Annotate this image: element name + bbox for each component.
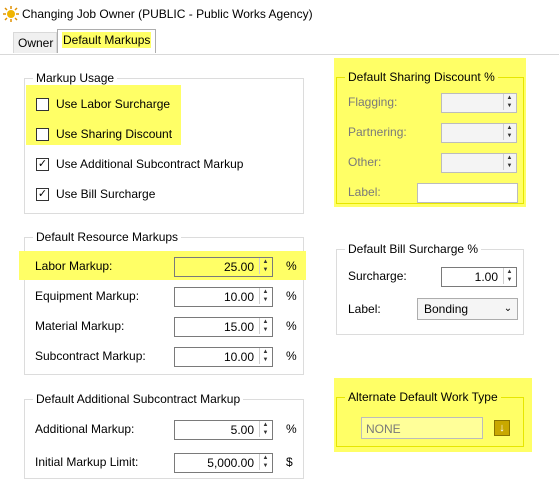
surcharge-label: Surcharge: <box>348 269 407 283</box>
partnering-label: Partnering: <box>348 125 407 139</box>
sharing-discount-group: Default Sharing Discount % Flagging: ▲ ▼ … <box>336 70 524 204</box>
additional-markup-label: Additional Markup: <box>35 422 135 436</box>
markup-usage-title: Markup Usage <box>33 71 118 85</box>
use-labor-surcharge-checkbox[interactable] <box>36 98 49 111</box>
use-bill-surcharge-checkbox[interactable]: ✓ <box>36 188 49 201</box>
chevron-down-icon[interactable]: ⌄ <box>501 301 515 317</box>
use-additional-subcontract-checkbox[interactable]: ✓ <box>36 158 49 171</box>
use-additional-subcontract-label: Use Additional Subcontract Markup <box>56 157 244 171</box>
flagging-label: Flagging: <box>348 95 398 109</box>
material-markup-unit: % <box>286 319 297 333</box>
bill-surcharge-group: Default Bill Surcharge % Surcharge: 1.00… <box>336 242 524 335</box>
use-bill-surcharge-label: Use Bill Surcharge <box>56 187 156 201</box>
labor-markup-unit: % <box>286 259 297 273</box>
use-sharing-discount-label: Use Sharing Discount <box>56 127 173 141</box>
tab-default-markups-label: Default Markups <box>62 32 152 48</box>
flagging-spinner[interactable]: ▲ ▼ <box>503 94 515 110</box>
tab-content-panel: Markup Usage Use Labor Surcharge Use Sha… <box>0 54 559 479</box>
sharing-label-label: Label: <box>348 185 381 199</box>
work-type-title: Alternate Default Work Type <box>345 390 501 404</box>
bill-label-select[interactable]: Bonding ⌄ <box>417 298 518 320</box>
title-bar: Changing Job Owner (PUBLIC - Public Work… <box>0 0 559 28</box>
sharing-discount-title: Default Sharing Discount % <box>345 70 498 84</box>
subcontract-markup-unit: % <box>286 349 297 363</box>
subcontract-markup-label: Subcontract Markup: <box>35 349 146 363</box>
labor-markup-spinner[interactable]: ▲ ▼ <box>259 258 271 274</box>
surcharge-spinner[interactable]: ▲ ▼ <box>503 268 515 284</box>
resource-markups-title: Default Resource Markups <box>33 230 182 244</box>
use-sharing-discount-checkbox[interactable] <box>36 128 49 141</box>
additional-subcontract-title: Default Additional Subcontract Markup <box>33 392 244 406</box>
tab-strip: Owner Default Markups <box>0 28 559 54</box>
equipment-markup-spinner[interactable]: ▲ ▼ <box>259 288 271 304</box>
additional-markup-spinner[interactable]: ▲ ▼ <box>259 421 271 437</box>
bill-label-value: Bonding <box>424 302 469 316</box>
partnering-spinner[interactable]: ▲ ▼ <box>503 124 515 140</box>
equipment-markup-unit: % <box>286 289 297 303</box>
initial-markup-limit-label: Initial Markup Limit: <box>35 455 139 469</box>
other-label: Other: <box>348 155 382 169</box>
equipment-markup-label: Equipment Markup: <box>35 289 140 303</box>
subcontract-markup-spinner[interactable]: ▲ ▼ <box>259 348 271 364</box>
sharing-label-input[interactable] <box>417 183 518 203</box>
labor-markup-label: Labor Markup: <box>35 259 113 273</box>
other-spinner[interactable]: ▲ ▼ <box>503 154 515 170</box>
markup-usage-group: Markup Usage Use Labor Surcharge Use Sha… <box>24 71 304 214</box>
tab-owner[interactable]: Owner <box>13 32 57 53</box>
work-type-input[interactable]: NONE <box>361 417 483 439</box>
lookup-arrow-icon[interactable]: ↓ <box>494 420 510 436</box>
initial-markup-limit-unit: $ <box>286 455 293 469</box>
material-markup-label: Material Markup: <box>35 319 125 333</box>
material-markup-spinner[interactable]: ▲ ▼ <box>259 318 271 334</box>
tab-default-markups[interactable]: Default Markups <box>57 29 157 53</box>
tab-owner-label: Owner <box>18 36 54 50</box>
additional-markup-unit: % <box>286 422 297 436</box>
bill-label-label: Label: <box>348 302 381 316</box>
app-sun-icon <box>3 6 19 22</box>
use-labor-surcharge-label: Use Labor Surcharge <box>56 97 171 111</box>
additional-subcontract-group: Default Additional Subcontract Markup Ad… <box>24 392 304 479</box>
initial-markup-limit-spinner[interactable]: ▲ ▼ <box>259 454 271 470</box>
window-title: Changing Job Owner (PUBLIC - Public Work… <box>22 7 313 21</box>
work-type-group: Alternate Default Work Type NONE ↓ <box>336 390 524 447</box>
bill-surcharge-title: Default Bill Surcharge % <box>345 242 482 256</box>
resource-markups-group: Default Resource Markups Labor Markup: 2… <box>19 230 306 375</box>
